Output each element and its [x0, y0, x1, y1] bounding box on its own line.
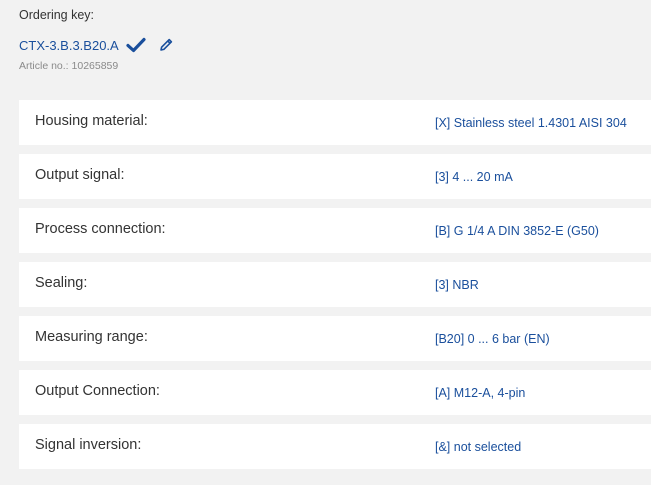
config-row-label: Signal inversion: — [35, 437, 142, 453]
config-row-label: Measuring range: — [35, 329, 148, 345]
ordering-key-code[interactable]: CTX-3.B.3.B20.A — [19, 38, 119, 53]
pencil-icon[interactable] — [158, 37, 174, 53]
config-row-value[interactable]: [&] not selected — [435, 440, 521, 454]
config-row-label: Housing material: — [35, 113, 148, 129]
ordering-key-row: CTX-3.B.3.B20.A — [19, 36, 174, 54]
config-row-value[interactable]: [B] G 1/4 A DIN 3852-E (G50) — [435, 224, 599, 238]
config-row-process-connection[interactable]: Process connection: [B] G 1/4 A DIN 3852… — [19, 208, 651, 253]
config-row-value[interactable]: [B20] 0 ... 6 bar (EN) — [435, 332, 550, 346]
config-row-value[interactable]: [3] 4 ... 20 mA — [435, 170, 513, 184]
config-row-label: Process connection: — [35, 221, 166, 237]
config-row-label: Output signal: — [35, 167, 125, 183]
article-number: Article no.: 10265859 — [19, 60, 119, 72]
config-row-value[interactable]: [A] M12-A, 4-pin — [435, 386, 525, 400]
ordering-key-label: Ordering key: — [19, 8, 95, 22]
config-row-signal-inversion[interactable]: Signal inversion: [&] not selected — [19, 424, 651, 469]
config-row-measuring-range[interactable]: Measuring range: [B20] 0 ... 6 bar (EN) — [19, 316, 651, 361]
config-row-label: Output Connection: — [35, 383, 160, 399]
checkmark-icon[interactable] — [126, 37, 146, 53]
config-row-output-connection[interactable]: Output Connection: [A] M12-A, 4-pin — [19, 370, 651, 415]
config-row-value[interactable]: [3] NBR — [435, 278, 479, 292]
config-row-label: Sealing: — [35, 275, 88, 291]
config-row-sealing[interactable]: Sealing: [3] NBR — [19, 262, 651, 307]
config-row-output-signal[interactable]: Output signal: [3] 4 ... 20 mA — [19, 154, 651, 199]
config-row-housing-material[interactable]: Housing material: [X] Stainless steel 1.… — [19, 100, 651, 145]
config-row-value[interactable]: [X] Stainless steel 1.4301 AISI 304 — [435, 116, 627, 130]
